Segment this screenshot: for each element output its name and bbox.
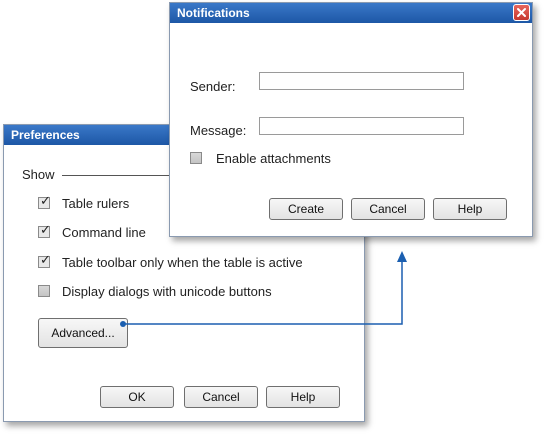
checkmark-icon: ✓: [40, 222, 51, 237]
help-button[interactable]: Help: [433, 198, 507, 220]
cancel-button[interactable]: Cancel: [351, 198, 425, 220]
checkbox-label: Command line: [62, 225, 146, 240]
ok-button[interactable]: OK: [100, 386, 174, 408]
checkbox-label: Table rulers: [62, 196, 130, 211]
checkbox-label: Table toolbar only when the table is act…: [62, 255, 303, 270]
checkbox-label: Enable attachments: [216, 151, 331, 166]
checkbox-table-toolbar[interactable]: ✓ Table toolbar only when the table is a…: [38, 252, 358, 271]
notifications-window: Notifications Sender: Message: Enable at…: [169, 2, 533, 237]
arrowhead-icon: [397, 251, 407, 262]
checkbox-unicode-buttons[interactable]: Display dialogs with unicode buttons: [38, 284, 338, 300]
create-button[interactable]: Create: [269, 198, 343, 220]
notifications-titlebar[interactable]: Notifications: [170, 3, 532, 23]
checkbox-box[interactable]: ✓: [38, 193, 51, 209]
sender-label: Sender:: [190, 79, 236, 94]
sender-field[interactable]: [259, 72, 464, 90]
checkmark-icon: ✓: [40, 193, 51, 208]
cancel-button[interactable]: Cancel: [184, 386, 258, 408]
notifications-title: Notifications: [177, 6, 250, 20]
show-section-label: Show: [22, 167, 55, 182]
checkbox-label: Display dialogs with unicode buttons: [62, 284, 272, 299]
help-button[interactable]: Help: [266, 386, 340, 408]
message-label: Message:: [190, 123, 247, 138]
close-button[interactable]: [513, 4, 530, 21]
checkbox-box[interactable]: ✓: [38, 222, 51, 238]
checkbox-box[interactable]: [38, 285, 50, 297]
checkbox-box[interactable]: ✓: [38, 252, 51, 268]
checkbox-enable-attachments[interactable]: Enable attachments: [190, 151, 390, 167]
advanced-button[interactable]: Advanced...: [38, 318, 128, 348]
preferences-title: Preferences: [11, 128, 80, 142]
checkbox-box[interactable]: [190, 152, 202, 164]
close-icon: [517, 8, 526, 17]
checkmark-icon: ✓: [40, 252, 51, 267]
message-field[interactable]: [259, 117, 464, 135]
